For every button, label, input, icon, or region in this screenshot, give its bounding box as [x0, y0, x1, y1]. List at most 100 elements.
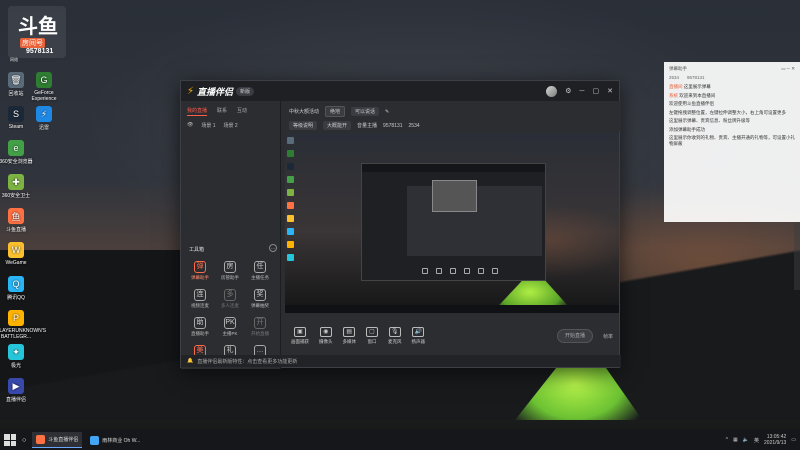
chat-text: 这里展示弹幕 [683, 84, 711, 89]
start-icon[interactable] [4, 434, 16, 446]
more-icon[interactable]: … [269, 244, 277, 252]
source-icon: ▤ [343, 327, 356, 337]
taskbar-app-icon [90, 435, 100, 445]
app-icon: ✚ [8, 174, 24, 190]
ime-indicator[interactable]: 英 [754, 437, 759, 444]
level-info[interactable]: 等级说明 [289, 121, 318, 130]
version-badge[interactable]: 新版 [236, 86, 255, 96]
tab-my-live[interactable]: 我的直播 [187, 107, 208, 116]
tool-item[interactable]: PK 主播PK [215, 317, 245, 337]
clock[interactable]: 13:05:42 2021/9/13 [764, 434, 786, 446]
desktop-icon[interactable]: 鱼斗鱼直播 [0, 208, 36, 233]
tool-icon: PK [224, 317, 236, 329]
settings-icon[interactable]: ⚙ [565, 87, 571, 95]
chat-username[interactable]: 直播间 [669, 84, 683, 89]
tool-item[interactable]: 奖弹幕抽奖 [245, 289, 275, 309]
notice-text[interactable]: 直播伴侣最新版特性：点击查看更多功能更新 [197, 358, 297, 365]
info-row-2: 等级说明 大概能开 音量主播 9578131 2534 [289, 121, 613, 130]
category-select[interactable]: 绝地 [325, 106, 346, 117]
source-icon: ◉ [319, 327, 332, 337]
chat-title: 弹幕助手 [669, 66, 687, 71]
chat-message: 这里展示你收到的礼物、贵宾、主播开通的礼物等，可设置小礼物屏蔽 [669, 135, 795, 146]
info-row-1: 中秋大额活动 绝地 可以说话 ✎ [289, 106, 613, 117]
room-title[interactable]: 中秋大额活动 [289, 108, 319, 115]
live-mode[interactable]: 大概能开 [323, 121, 352, 130]
desktop-icon[interactable]: W WeGame [0, 242, 36, 266]
taskbar-app[interactable]: 斗鱼直播伴侣 [32, 432, 83, 448]
scene-tabs: 我的直播 联系 互动 [181, 101, 280, 118]
go-live-button[interactable]: 开始直播 [556, 329, 593, 343]
source-button[interactable]: ▢ 窗口 [366, 327, 378, 345]
taskbar-app-label: 斗鱼直播伴侣 [48, 437, 79, 443]
preview-desktop-icons [287, 137, 294, 261]
tool-label: 主播PK [222, 331, 238, 336]
volume-icon[interactable]: 🔈 [743, 437, 749, 443]
tool-item[interactable]: 开开始直播 [245, 317, 275, 337]
tool-label: 开始直播 [251, 331, 269, 336]
tool-label: 主播任务 [251, 275, 269, 280]
source-button[interactable]: ▣ 画面捕获 [291, 327, 309, 345]
scene-item-1[interactable]: 场景 1 [201, 122, 215, 129]
source-icon: ▢ [366, 327, 378, 337]
chat-text: 添加弹幕助手成功 [669, 126, 705, 132]
desktop-icon[interactable]: Q 腾讯QQ [0, 276, 36, 301]
tool-icon: 多 [224, 289, 236, 301]
stream-preview[interactable] [285, 133, 619, 313]
app-icon: P [8, 310, 24, 326]
avatar[interactable] [546, 85, 558, 97]
minimize-icon[interactable]: ─ [580, 88, 585, 95]
room-info-bar: 中秋大额活动 绝地 可以说话 ✎ 等级说明 大概能开 音量主播 9578131 … [281, 101, 621, 131]
desktop-icon-label: 360安全卫士 [1, 193, 31, 199]
chat-username[interactable]: 系统 [669, 93, 678, 98]
tab-interact[interactable]: 互动 [237, 107, 247, 116]
viewer-count: 2534 [408, 122, 420, 129]
eye-icon[interactable]: 👁 [187, 122, 193, 129]
desktop-icon-label: WeGame [5, 260, 27, 266]
app-icon: ▶ [8, 378, 24, 394]
desktop-icon-label: 迅雷 [38, 125, 49, 131]
chevron-up-icon[interactable]: ^ [726, 437, 728, 443]
announcement-field[interactable]: 可以说话 [351, 107, 380, 116]
tool-item[interactable]: 多多人连麦 [215, 289, 245, 309]
source-icon: 🎙 [388, 327, 401, 337]
desktop-icon[interactable]: P PLAYERUNKNOWN'S BATTLEGR... [0, 310, 46, 340]
source-button[interactable]: ▤ 多媒体 [342, 327, 357, 345]
source-controls: ▣ 画面捕获 ◉ 摄像头 ▤ 多媒体 ▢ 窗口 🎙 麦克风 🔊 扬声器 开始直播 帧率 [285, 321, 619, 351]
tool-item[interactable]: 弹弹幕助手 [185, 261, 215, 281]
tool-item[interactable]: 房房管助手 [215, 261, 245, 281]
search-icon[interactable]: ○ [22, 437, 26, 444]
update-notice[interactable]: 🔔 直播伴侣最新版特性：点击查看更多功能更新 [181, 355, 621, 367]
tool-item[interactable]: 连视频连麦 [185, 289, 215, 309]
tool-icon: 房 [224, 261, 236, 273]
source-label: 多媒体 [342, 339, 357, 344]
desktop-icon[interactable]: ✦ 极光 [0, 344, 36, 369]
desktop-icon[interactable]: ▶ 直播伴侣 [0, 378, 36, 403]
tool-item[interactable]: 助直播助手 [185, 317, 215, 337]
toolbox-title: 工具箱 [189, 247, 205, 253]
desktop-icon[interactable]: ⚡ 迅雷 [24, 106, 64, 131]
taskbar-app-icon [36, 435, 46, 444]
source-button[interactable]: 🎙 麦克风 [388, 327, 402, 345]
room-id: 9578131 [383, 122, 403, 129]
taskbar-app[interactable]: 雨林商业 Oh W... [86, 432, 144, 448]
tab-contact[interactable]: 联系 [217, 107, 227, 116]
network-icon[interactable]: ▦ [733, 437, 738, 443]
notification-icon[interactable]: ▭ [791, 437, 796, 443]
volume-info: 音量主播 [357, 123, 378, 129]
close-icon[interactable]: ✕ [607, 87, 613, 95]
desktop-icon[interactable]: ✚ 360安全卫士 [0, 174, 36, 199]
scene-item-2[interactable]: 场景 2 [224, 122, 238, 129]
tool-label: 弹幕抽奖 [251, 303, 269, 308]
source-button[interactable]: 🔊 扬声器 [412, 327, 425, 345]
douyu-logo-overlay: 斗鱼 房间号 9578131 网络 [8, 6, 66, 62]
edit-icon[interactable]: ✎ [385, 109, 389, 115]
tool-icon: 弹 [194, 261, 206, 273]
tool-item[interactable]: 任主播任务 [245, 261, 275, 281]
left-panel: 我的直播 联系 互动 👁 场景 1 场景 2 工具箱 … 弹弹幕助手房房管助手任… [181, 101, 281, 369]
chat-window-controls[interactable]: ▭ ─ ✕ [781, 66, 795, 72]
source-button[interactable]: ◉ 摄像头 [319, 327, 333, 345]
app-titlebar[interactable]: ⚡ 直播伴侣 新版 ⚙ ─ ▢ ✕ [181, 81, 619, 101]
desktop-icon[interactable]: G GeForce Experience [24, 72, 64, 102]
desktop-icon[interactable]: e 360安全浏览器 [0, 140, 36, 165]
maximize-icon[interactable]: ▢ [593, 87, 600, 95]
